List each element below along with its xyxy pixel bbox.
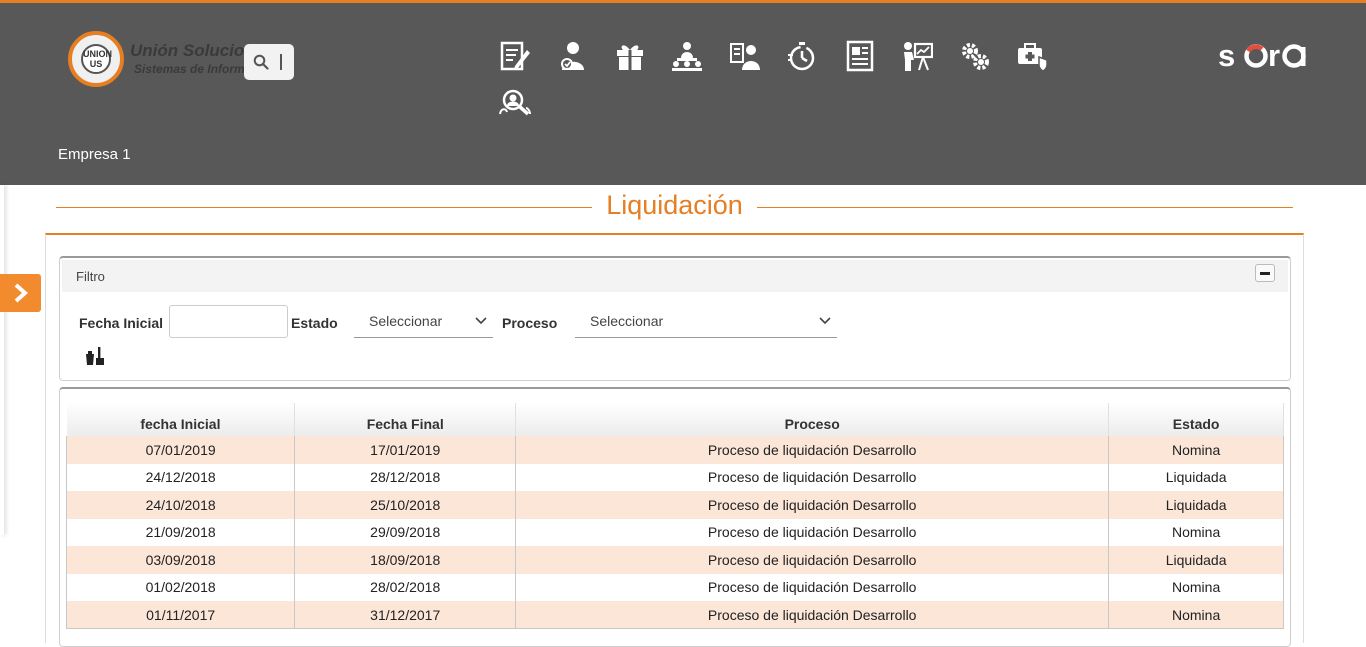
column-header-estado[interactable]: Estado xyxy=(1108,403,1284,436)
filter-header: Filtro xyxy=(62,260,1288,292)
logo-subtitle: Sistemas de Información xyxy=(134,62,244,76)
table-row[interactable]: 01/11/2017 31/12/2017 Proceso de liquidaci… xyxy=(65,601,1284,629)
cell-proceso: Proceso de liquidación Desarrollo xyxy=(515,463,1110,491)
sidebar-toggle-button[interactable] xyxy=(0,274,41,312)
proceso-select-value: Seleccionar xyxy=(590,313,664,329)
cell-estado: Nomina xyxy=(1108,436,1284,464)
stopwatch-icon[interactable] xyxy=(782,36,822,76)
settings-gears-icon[interactable] xyxy=(955,36,995,76)
side-panel-edge xyxy=(0,185,4,535)
sara-brand-logo[interactable]: s r xyxy=(1218,38,1310,81)
cell-estado: Liquidada xyxy=(1108,546,1284,574)
search-caret xyxy=(280,54,282,70)
logo-circle: UNION US xyxy=(68,31,124,87)
company-logo[interactable]: UNION US Unión Soluciones Sistemas de In… xyxy=(68,31,248,87)
page-title: Liquidación xyxy=(606,190,743,220)
estado-label: Estado xyxy=(291,315,338,331)
meeting-icon[interactable] xyxy=(667,36,707,76)
column-header-fecha-final[interactable]: Fecha Final xyxy=(294,403,517,436)
chevron-right-icon xyxy=(14,283,28,303)
svg-text:r: r xyxy=(1268,39,1281,73)
cell-fecha-final: 25/10/2018 xyxy=(294,491,517,519)
cell-proceso: Proceso de liquidación Desarrollo xyxy=(515,491,1110,519)
table-row[interactable]: 03/09/2018 18/09/2018 Proceso de liquidaci… xyxy=(65,546,1284,574)
presentation-icon[interactable] xyxy=(897,36,937,76)
proceso-select[interactable]: Seleccionar xyxy=(575,305,837,338)
cell-proceso: Proceso de liquidación Desarrollo xyxy=(515,601,1110,629)
fecha-inicial-input[interactable] xyxy=(169,305,288,338)
top-header: UNION US Unión Soluciones Sistemas de In… xyxy=(0,0,1366,185)
svg-text:s: s xyxy=(1218,39,1236,73)
table-row[interactable]: 24/10/2018 25/10/2018 Proceso de liquidaci… xyxy=(65,491,1284,519)
table-row[interactable]: 21/09/2018 29/09/2018 Proceso de liquidaci… xyxy=(65,518,1284,546)
cell-proceso: Proceso de liquidación Desarrollo xyxy=(515,546,1110,574)
search-icon xyxy=(253,54,269,70)
chevron-down-icon xyxy=(819,317,831,325)
cell-fecha-final: 18/09/2018 xyxy=(294,546,517,574)
employee-icon[interactable] xyxy=(552,36,592,76)
report-icon[interactable] xyxy=(840,36,880,76)
cell-proceso: Proceso de liquidación Desarrollo xyxy=(515,518,1110,546)
sara-logo-icon: s r xyxy=(1218,38,1306,73)
user-list-icon[interactable] xyxy=(725,36,765,76)
cell-fecha-inicial: 03/09/2018 xyxy=(65,546,296,574)
cell-fecha-inicial: 24/10/2018 xyxy=(65,491,296,519)
cell-fecha-final: 28/02/2018 xyxy=(294,573,517,601)
chevron-down-icon xyxy=(475,317,487,325)
logo-badge: UNION US xyxy=(81,44,112,74)
estado-select-value: Seleccionar xyxy=(369,313,443,329)
cell-fecha-inicial: 07/01/2019 xyxy=(65,436,296,464)
collapse-button[interactable] xyxy=(1255,264,1275,282)
filter-title: Filtro xyxy=(76,269,105,284)
column-header-fecha-inicial[interactable]: fecha Inicial xyxy=(66,403,296,436)
cell-estado: Liquidada xyxy=(1108,463,1284,491)
cell-estado: Nomina xyxy=(1108,518,1284,546)
gift-icon[interactable] xyxy=(610,36,650,76)
filter-panel: Filtro Fecha Inicial Estado Seleccionar … xyxy=(59,256,1291,381)
user-search-icon[interactable] xyxy=(495,84,535,124)
cell-fecha-final: 31/12/2017 xyxy=(294,601,517,629)
results-panel: fecha Inicial Fecha Final Proceso Estado… xyxy=(59,387,1291,647)
cell-fecha-inicial: 24/12/2018 xyxy=(65,463,296,491)
cell-estado: Liquidada xyxy=(1108,491,1284,519)
table-row[interactable]: 07/01/2019 17/01/2019 Proceso de liquidaci… xyxy=(65,436,1284,464)
cell-fecha-final: 29/09/2018 xyxy=(294,518,517,546)
cell-fecha-inicial: 01/11/2017 xyxy=(65,601,296,629)
cell-proceso: Proceso de liquidación Desarrollo xyxy=(515,436,1110,464)
estado-select[interactable]: Seleccionar xyxy=(354,305,493,338)
search-input[interactable] xyxy=(244,44,294,80)
cell-proceso: Proceso de liquidación Desarrollo xyxy=(515,573,1110,601)
fecha-inicial-label: Fecha Inicial xyxy=(79,315,164,331)
liquidacion-table: fecha Inicial Fecha Final Proceso Estado… xyxy=(65,403,1284,629)
column-header-proceso[interactable]: Proceso xyxy=(515,403,1110,436)
cell-estado: Nomina xyxy=(1108,573,1284,601)
cell-fecha-final: 28/12/2018 xyxy=(294,463,517,491)
document-edit-icon[interactable] xyxy=(495,36,535,76)
clear-filter-icon[interactable] xyxy=(85,346,105,371)
company-name[interactable]: Empresa 1 xyxy=(58,146,131,163)
table-row[interactable]: 01/02/2018 28/02/2018 Proceso de liquidaci… xyxy=(65,573,1284,601)
table-row[interactable]: 24/12/2018 28/12/2018 Proceso de liquidaci… xyxy=(65,463,1284,491)
table-header-row: fecha Inicial Fecha Final Proceso Estado xyxy=(66,403,1284,436)
title-divider-left xyxy=(56,207,592,208)
proceso-label: Proceso xyxy=(502,315,558,331)
cell-fecha-final: 17/01/2019 xyxy=(294,436,517,464)
cell-fecha-inicial: 21/09/2018 xyxy=(65,518,296,546)
logo-title: Unión Soluciones xyxy=(130,41,244,60)
medical-briefcase-icon[interactable] xyxy=(1012,36,1052,76)
title-divider-right xyxy=(757,207,1293,208)
cell-estado: Nomina xyxy=(1108,601,1284,629)
cell-fecha-inicial: 01/02/2018 xyxy=(65,573,296,601)
logo-clip: UNION US Unión Soluciones Sistemas de In… xyxy=(68,31,244,87)
